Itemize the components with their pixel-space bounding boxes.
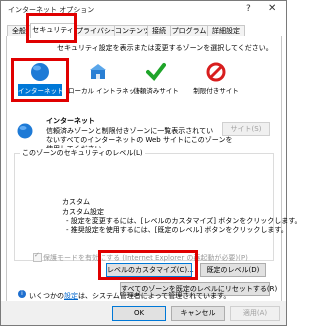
sites-button[interactable]: サイト(S) [222, 122, 270, 136]
zone-trusted-sites[interactable]: 信頼済みサイト [126, 62, 186, 95]
help-icon[interactable]: ? [246, 4, 251, 14]
zone-instruction: セキュリティ設定を表示または変更するゾーンを選択してください。 [57, 44, 273, 52]
ok-button[interactable]: OK [112, 306, 166, 321]
cancel-button[interactable]: キャンセル [171, 306, 225, 321]
intranet-icon [90, 64, 106, 79]
zone-local-intranet[interactable]: ローカル イントラネット [68, 62, 142, 95]
default-level-button[interactable]: 既定のレベル(D) [200, 263, 266, 277]
protected-mode-checkbox[interactable]: ✓ [33, 251, 42, 262]
globe-icon [17, 123, 33, 139]
restricted-icon [206, 62, 226, 82]
zone-highlight [11, 58, 69, 102]
zone-title: インターネット [46, 117, 95, 125]
tab-highlight [26, 13, 77, 43]
zone-label: 信頼済みサイト [133, 87, 179, 95]
security-level-title: このゾーンのセキュリティのレベル(L) [20, 148, 145, 158]
security-level-group [14, 153, 274, 261]
close-icon[interactable]: ✕ [268, 3, 276, 14]
info-icon: i [18, 290, 26, 298]
zone-restricted-sites[interactable]: 制限付きサイト [186, 62, 246, 95]
level-title: カスタム [62, 198, 90, 206]
checkmark-icon [146, 63, 166, 82]
admin-note-link[interactable]: 設定 [64, 292, 78, 300]
level-bullet: - 推奨設定を使用するには、[既定のレベル] ボタンをクリックします。 [66, 226, 288, 234]
zone-label: ローカル イントラネット [68, 87, 142, 95]
admin-note-suffix: は、システム管理者によって管理されています。 [78, 292, 231, 300]
apply-button[interactable]: 適用(A) [230, 306, 280, 321]
button-highlight [98, 250, 198, 280]
checkmark-icon: ✓ [34, 251, 40, 259]
admin-note: いくつかの設定は、システム管理者によって管理されています。 [29, 291, 230, 301]
zone-label: 制限付きサイト [193, 87, 239, 95]
admin-note-prefix: いくつかの [29, 292, 64, 300]
